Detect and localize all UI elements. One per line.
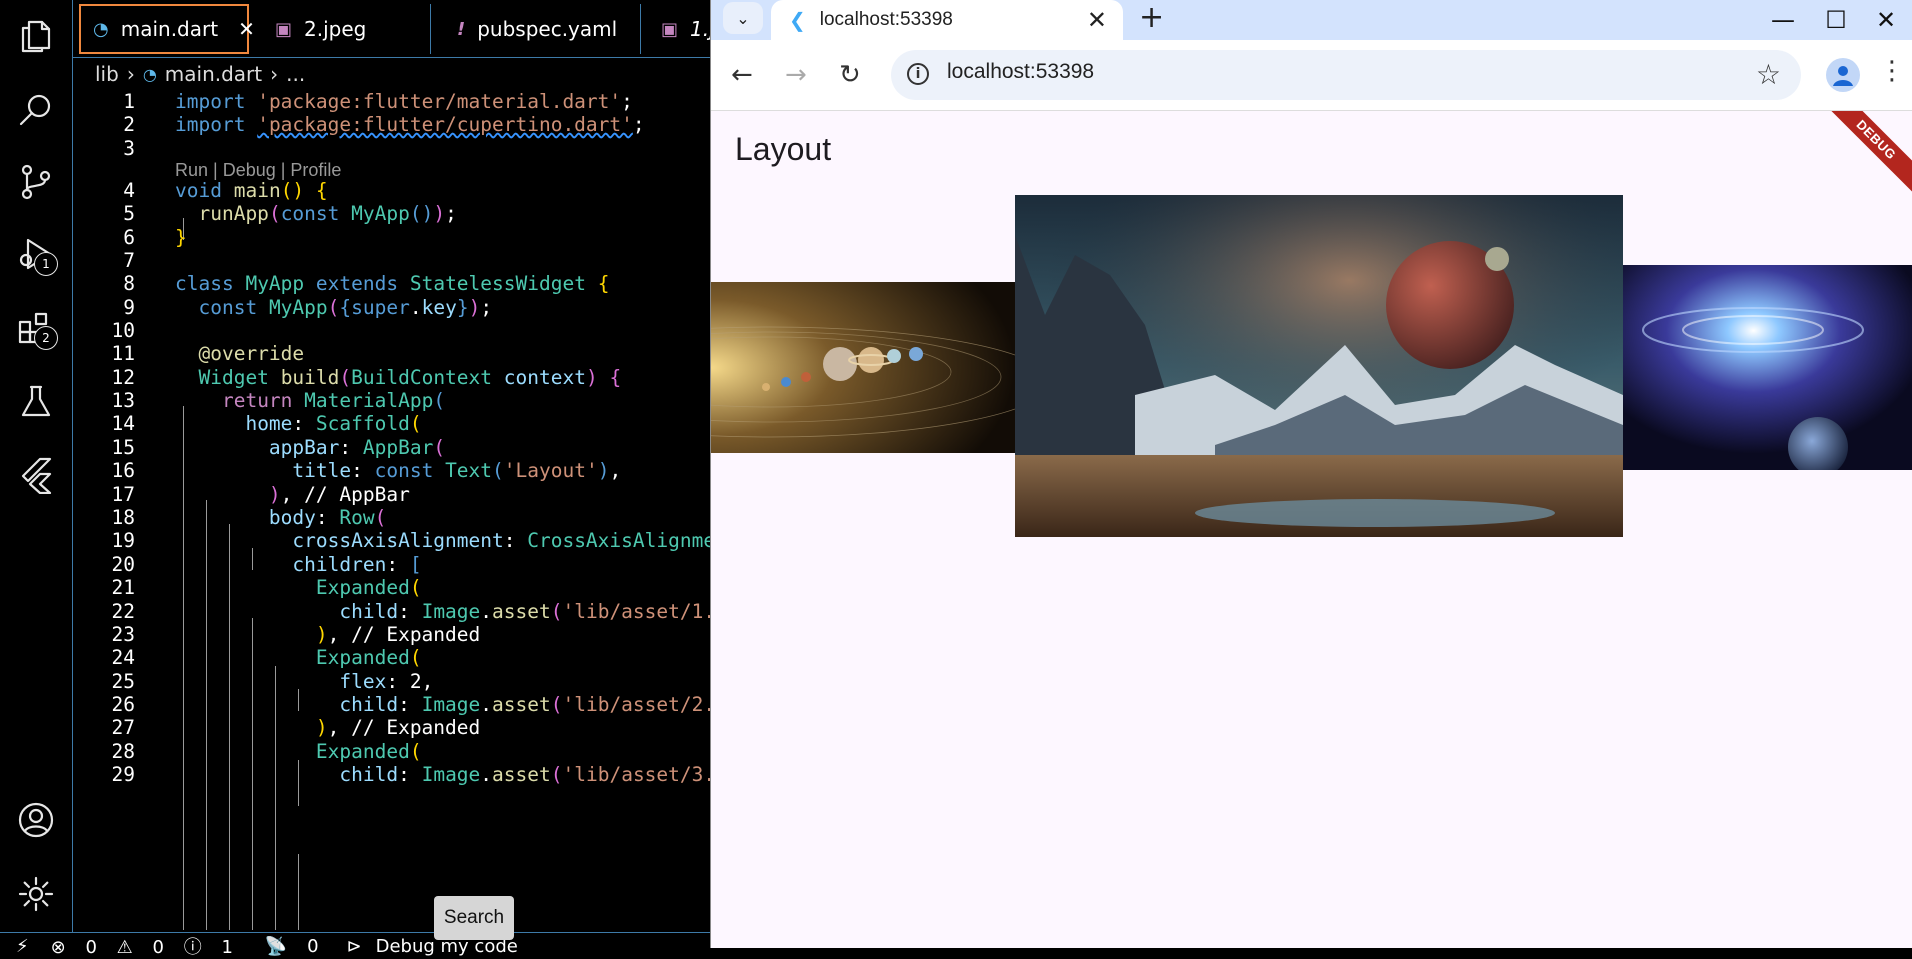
tab-2-jpeg[interactable]: ▣ 2.jpeg [255, 4, 431, 54]
error-icon: ⊗ [50, 937, 66, 958]
settings-gear-icon[interactable] [14, 872, 58, 916]
galaxy-image [1623, 265, 1912, 470]
status-bar: ⚡ ⊗ 0 ⚠ 0 ⓘ 1 📡 0 ⊳ Debug my code [0, 932, 710, 959]
dart-file-icon: ◔ [142, 64, 157, 84]
solar-system-image [711, 282, 1015, 453]
flutter-app-page: Layout DEBUG [711, 111, 1912, 948]
code-editor[interactable]: 1 import 'package:flutter/material.dart';… [73, 88, 710, 930]
maximize-icon[interactable]: ☐ [1811, 0, 1861, 40]
search-icon[interactable] [14, 88, 58, 132]
app-bar-title: Layout [735, 131, 832, 167]
minimize-icon[interactable]: — [1758, 0, 1808, 40]
tab-1-jpeg[interactable]: ▣ 1.j [641, 4, 710, 54]
tab-main-dart[interactable]: ◔ main.dart ✕ [79, 4, 255, 54]
reload-icon[interactable]: ↻ [839, 60, 861, 90]
bookmark-star-icon[interactable]: ☆ [1756, 58, 1781, 91]
activity-bar: 1 2 [0, 0, 73, 932]
accounts-icon[interactable] [14, 798, 58, 842]
flutter-icon[interactable] [14, 452, 58, 496]
info-icon: ⓘ [183, 937, 202, 958]
new-tab-button[interactable]: + [1139, 0, 1164, 35]
tab-label: 1.j [690, 17, 710, 41]
address-bar[interactable]: i localhost:53398 ☆ [891, 50, 1801, 100]
site-info-icon[interactable]: i [907, 63, 929, 85]
breadcrumb-folder[interactable]: lib [95, 62, 119, 86]
debug-banner: DEBUG [1808, 111, 1912, 208]
breadcrumb-more[interactable]: ... [286, 62, 305, 86]
browser-tab-strip: ⌄ ❮ localhost:53398 ✕ + — ☐ ✕ [711, 0, 1912, 40]
run-debug-badge: 1 [34, 252, 58, 276]
debug-icon[interactable]: ⊳ [347, 936, 362, 957]
vscode-window: 1 2 ◔ main.dart ✕ ▣ 2.jpeg ! pubspec.yam… [0, 0, 710, 959]
tab-pubspec-yaml[interactable]: ! pubspec.yaml [431, 4, 641, 54]
testing-flask-icon[interactable] [14, 380, 58, 424]
explorer-icon[interactable] [14, 14, 58, 58]
browser-tab[interactable]: ❮ localhost:53398 ✕ [771, 0, 1123, 40]
close-window-icon[interactable]: ✕ [1861, 0, 1911, 40]
tab-label: main.dart [120, 17, 219, 41]
tab-label: 2.jpeg [304, 17, 367, 41]
indent-guide [298, 854, 299, 930]
run-debug-icon[interactable]: 1 [14, 232, 58, 276]
search-tooltip: Search [434, 896, 514, 940]
browser-window: ⌄ ❮ localhost:53398 ✕ + — ☐ ✕ ← → ↻ i lo… [710, 0, 1912, 948]
problems-indicator[interactable]: ⊗ 0 ⚠ 0 ⓘ 1 [51, 933, 247, 959]
close-tab-icon[interactable]: ✕ [238, 17, 255, 41]
remote-icon[interactable]: ⚡ [16, 936, 29, 957]
extensions-icon[interactable]: 2 [14, 306, 58, 350]
browser-toolbar: ← → ↻ i localhost:53398 ☆ ⋮ [711, 40, 1912, 111]
code-line: 29 child: Image.asset('lib/asset/3.j [111, 763, 710, 786]
source-control-icon[interactable] [14, 160, 58, 204]
breadcrumb-file[interactable]: main.dart [165, 62, 262, 86]
url-text[interactable]: localhost:53398 [947, 60, 1094, 84]
chevron-right-icon: › [126, 62, 135, 86]
breadcrumb: lib › ◔ main.dart › ... [95, 60, 305, 88]
profile-avatar-icon[interactable] [1826, 58, 1860, 92]
yaml-file-icon: ! [457, 18, 466, 40]
broadcast-icon: 📡 [264, 935, 288, 957]
warning-icon: ⚠ [116, 937, 133, 958]
image-file-icon: ▣ [661, 18, 679, 40]
back-arrow-icon[interactable]: ← [731, 60, 753, 90]
dart-file-icon: ◔ [93, 18, 109, 40]
image-file-icon: ▣ [275, 18, 293, 40]
close-tab-icon[interactable]: ✕ [1087, 6, 1107, 34]
browser-tab-title: localhost:53398 [819, 9, 953, 30]
alien-landscape-image [1015, 195, 1623, 537]
more-menu-icon[interactable]: ⋮ [1879, 56, 1905, 86]
chevron-right-icon: › [270, 62, 279, 86]
ports-indicator[interactable]: 📡 0 [265, 936, 333, 957]
tab-label: pubspec.yaml [477, 17, 618, 41]
tab-search-chevron-icon[interactable]: ⌄ [723, 2, 763, 34]
extensions-badge: 2 [34, 326, 58, 350]
forward-arrow-icon[interactable]: → [785, 60, 807, 90]
flutter-favicon-icon: ❮ [789, 8, 806, 32]
editor-tabs: ◔ main.dart ✕ ▣ 2.jpeg ! pubspec.yaml ▣ … [73, 0, 710, 58]
